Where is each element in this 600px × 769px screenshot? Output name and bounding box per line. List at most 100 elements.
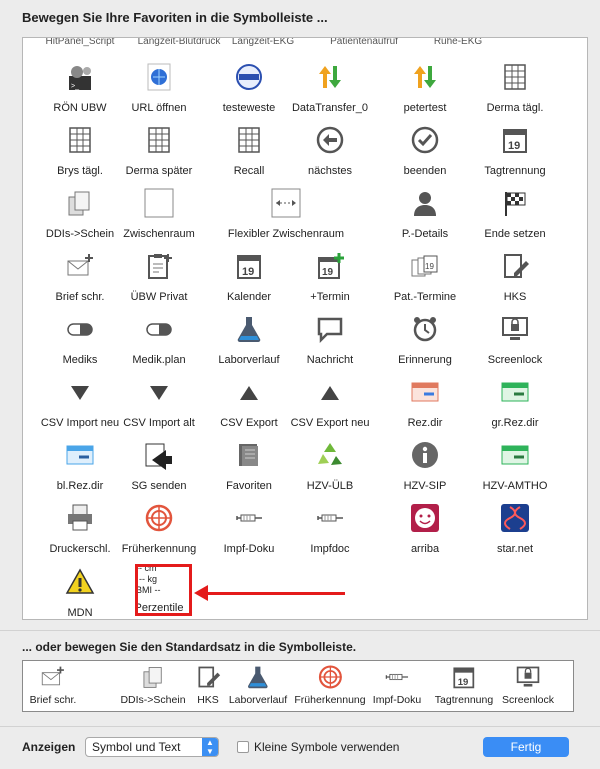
blank-space-icon xyxy=(142,186,176,220)
favorite-item-label: Derma tägl. xyxy=(486,102,544,114)
lab-flask-icon xyxy=(244,663,272,691)
favorite-item-label: Tagtrennung xyxy=(484,165,546,177)
cut-row-label: Patientenaufruf xyxy=(330,37,398,47)
default-item-label: Früherkennung xyxy=(294,694,366,706)
syringe-icon xyxy=(232,501,266,535)
calendar-icon: 19 xyxy=(450,663,478,691)
favorite-item-label: Zwischenraum xyxy=(123,228,195,240)
default-item-label: Brief schr. xyxy=(29,694,77,706)
favorite-item-label: Flexibler Zwischenraum xyxy=(227,228,345,240)
person-icon xyxy=(408,186,442,220)
favorite-item-flexibler-zwischenraum[interactable]: Flexibler Zwischenraum xyxy=(216,186,356,246)
envelope-plus-icon xyxy=(63,249,97,283)
seal-icon xyxy=(232,60,266,94)
cut-row-label: Langzeit-EKG xyxy=(231,37,295,47)
default-item-früherkennung[interactable]: Früherkennung xyxy=(294,663,366,709)
default-item-hks[interactable]: HKS xyxy=(194,663,222,709)
dialog-title: Bewegen Sie Ihre Favoriten in die Symbol… xyxy=(22,10,328,25)
default-item-label: Screenlock xyxy=(502,694,554,706)
favorite-item-screenlock[interactable]: Screenlock xyxy=(465,312,565,372)
target-icon xyxy=(316,663,344,691)
recycle-icon xyxy=(313,438,347,472)
prescription-blue-icon xyxy=(63,438,97,472)
favorite-item-zwischenraum[interactable]: Zwischenraum xyxy=(109,186,209,246)
cut-row-label: HitPanel_Script xyxy=(45,37,115,47)
small-icons-checkbox[interactable] xyxy=(237,741,249,753)
svg-text:19: 19 xyxy=(242,266,254,278)
default-item-laborverlauf[interactable]: Laborverlauf xyxy=(229,663,287,709)
triangle-down-icon xyxy=(142,375,176,409)
default-item-impf-doku[interactable]: Impf-Doku xyxy=(373,663,421,709)
prescription-green-icon xyxy=(498,375,532,409)
favorite-item-label: gr.Rez.dir xyxy=(491,417,539,429)
favorites-grid[interactable]: HitPanel_Script Langzeit-Blutdruck Langzei… xyxy=(22,37,588,620)
alarm-clock-icon xyxy=(408,312,442,346)
small-icons-label: Kleine Symbole verwenden xyxy=(254,740,400,754)
calendar-plus-icon: 19 xyxy=(313,249,347,283)
printer-icon xyxy=(63,501,97,535)
display-mode-value: Symbol und Text xyxy=(92,740,181,754)
favorite-item-star-net[interactable]: star.net xyxy=(465,501,565,561)
default-item-label: Tagtrennung xyxy=(434,694,494,706)
default-item-screenlock[interactable]: Screenlock xyxy=(502,663,554,709)
favorite-item-hzv-amtho[interactable]: HZV-AMTHO xyxy=(465,438,565,498)
default-set-title: ... oder bewegen Sie den Standardsatz in… xyxy=(22,640,357,654)
pill-icon xyxy=(142,312,176,346)
checkered-flag-icon xyxy=(498,186,532,220)
select-arrows-icon: ▲ ▼ xyxy=(202,738,218,756)
show-label: Anzeigen xyxy=(22,740,76,754)
table-icon xyxy=(63,123,97,157)
syringe-icon xyxy=(313,501,347,535)
svg-text:>_: >_ xyxy=(71,83,79,90)
default-item-label: Impf-Doku xyxy=(372,694,422,706)
favorite-item-tagtrennung[interactable]: 19 Tagtrennung xyxy=(465,123,565,183)
prescription-green-icon xyxy=(498,438,532,472)
calendar-icon: 19 xyxy=(498,123,532,157)
default-item-brief-schr-[interactable]: Brief schr. xyxy=(29,663,77,709)
highlight-box xyxy=(135,564,192,616)
favorite-item-label: HKS xyxy=(503,291,527,303)
globe-icon xyxy=(142,60,176,94)
partially-visible-row: HitPanel_Script Langzeit-Blutdruck Langzei… xyxy=(23,37,583,48)
prescription-red-icon xyxy=(408,375,442,409)
pill-icon xyxy=(63,312,97,346)
envelope-plus-icon xyxy=(39,663,67,691)
lab-flask-icon xyxy=(232,312,266,346)
favorite-item-hks[interactable]: HKS xyxy=(465,249,565,309)
favorite-item-ende-setzen[interactable]: Ende setzen xyxy=(465,186,565,246)
book-stack-icon xyxy=(232,438,266,472)
default-item-tagtrennung[interactable]: 19 Tagtrennung xyxy=(435,663,493,709)
cut-row-label: Ruhe-EKG xyxy=(433,37,483,47)
triangle-up-icon xyxy=(232,375,266,409)
default-item-ddis-schein[interactable]: DDIs->Schein xyxy=(120,663,186,709)
calendar-icon: 19 xyxy=(232,249,266,283)
table-icon xyxy=(498,60,532,94)
favorite-item-derma-tägl-[interactable]: Derma tägl. xyxy=(465,60,565,120)
table-icon xyxy=(232,123,266,157)
default-item-label: DDIs->Schein xyxy=(120,694,186,706)
red-arrow-shaft xyxy=(205,592,345,595)
flexible-space-icon xyxy=(269,186,303,220)
target-icon xyxy=(142,501,176,535)
dna-icon xyxy=(498,501,532,535)
favorite-item-gr-rez-dir[interactable]: gr.Rez.dir xyxy=(465,375,565,435)
default-set-strip[interactable]: Brief schr. DDIs->Schein HKS Laborverlauf Fr… xyxy=(22,660,574,712)
checkmark-circle-icon xyxy=(408,123,442,157)
display-mode-select[interactable]: Symbol und Text ▲ ▼ xyxy=(85,737,219,757)
divider xyxy=(0,726,600,727)
favorite-item-label: HZV-AMTHO xyxy=(482,480,548,492)
info-circle-icon xyxy=(408,438,442,472)
done-button[interactable]: Fertig xyxy=(483,737,569,757)
table-icon xyxy=(142,123,176,157)
smiley-icon xyxy=(408,501,442,535)
warning-icon xyxy=(63,565,97,599)
default-item-label: HKS xyxy=(197,694,219,706)
send-icon xyxy=(142,438,176,472)
cut-row-label: Langzeit-Blutdruck xyxy=(137,37,221,47)
arrows-updown-icon xyxy=(313,60,347,94)
documents-icon xyxy=(63,186,97,220)
document-pencil-icon xyxy=(498,249,532,283)
svg-text:19: 19 xyxy=(508,140,520,152)
monitor-lock-icon xyxy=(498,312,532,346)
favorite-item-label: Screenlock xyxy=(487,354,543,366)
